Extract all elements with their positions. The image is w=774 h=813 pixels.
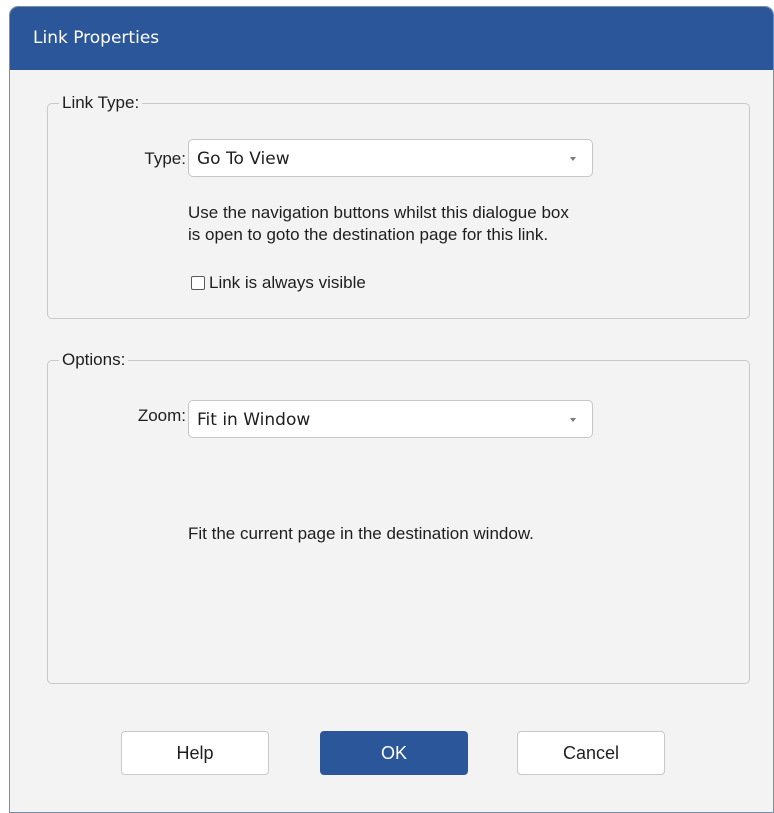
link-type-legend: Link Type: [59,93,143,113]
type-description-line-1: Use the navigation buttons whilst this d… [188,203,569,222]
zoom-description: Fit the current page in the destination … [188,524,534,543]
chevron-down-icon [570,157,576,161]
zoom-label: Zoom: [137,406,186,425]
link-properties-dialog: Link Properties Link Type: Type: Go To V… [9,6,774,813]
type-dropdown-value: Go To View [197,149,290,169]
type-description-line-2: is open to goto the destination page for… [188,225,549,244]
type-label: Type: [144,149,186,168]
type-dropdown[interactable]: Go To View [188,139,593,177]
chevron-down-icon [570,418,576,422]
options-legend: Options: [59,350,129,370]
zoom-dropdown[interactable]: Fit in Window [188,400,593,438]
dialog-title: Link Properties [33,28,160,48]
ok-button[interactable]: OK [320,731,468,775]
always-visible-checkbox[interactable] [191,276,205,290]
cancel-button[interactable]: Cancel [517,731,665,775]
type-description: Use the navigation buttons whilst this d… [188,202,569,246]
dialog-title-bar: Link Properties [10,7,773,70]
always-visible-label[interactable]: Link is always visible [209,272,366,294]
zoom-dropdown-value: Fit in Window [197,410,311,430]
help-button[interactable]: Help [121,731,269,775]
